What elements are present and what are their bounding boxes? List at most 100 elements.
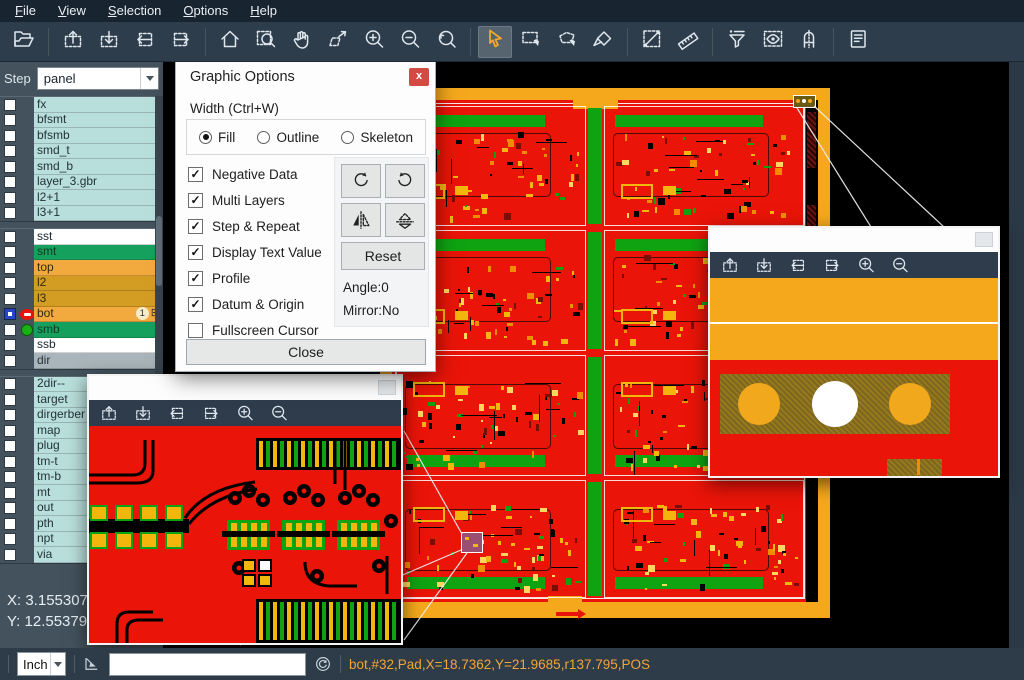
layer-visibility-checkbox[interactable] [4, 378, 16, 390]
home-button[interactable] [213, 26, 247, 58]
checkbox-step-repeat[interactable]: ✓Step & Repeat [188, 213, 322, 239]
layer-row-l3[interactable]: l3 [0, 291, 163, 307]
snap-button[interactable] [792, 26, 826, 58]
magnifier-window-1[interactable] [87, 374, 403, 645]
magnifier2-window-button[interactable] [975, 232, 993, 247]
layer-row-bfsmt[interactable]: bfsmt [0, 113, 163, 129]
layer-visibility-checkbox[interactable] [4, 176, 16, 188]
layer-row-l2[interactable]: l2 [0, 276, 163, 292]
magnifier2-shift-down-button[interactable] [754, 255, 774, 275]
layer-visibility-checkbox[interactable] [4, 549, 16, 561]
layer-row-top[interactable]: top [0, 260, 163, 276]
magnifier2-shift-left-button[interactable] [788, 255, 808, 275]
step-select[interactable]: panel [37, 67, 159, 90]
layer-visibility-checkbox[interactable] [4, 409, 16, 421]
shift-right-button[interactable] [164, 26, 198, 58]
checkbox-negative-data[interactable]: ✓Negative Data [188, 161, 322, 187]
layer-visibility-checkbox[interactable] [4, 293, 16, 305]
radio-outline[interactable]: Outline [257, 130, 319, 145]
flip-horizontal-button[interactable] [341, 203, 381, 237]
layer-visibility-checkbox[interactable] [4, 324, 16, 336]
layer-visibility-checkbox[interactable] [4, 231, 16, 243]
menu-selection[interactable]: Selection [97, 0, 172, 22]
layer-visibility-checkbox[interactable] [4, 456, 16, 468]
snap-corner-icon[interactable] [83, 655, 101, 673]
layer-name[interactable]: l2 [34, 276, 163, 292]
layer-visibility-checkbox[interactable] [4, 114, 16, 126]
layer-visibility-checkbox[interactable] [4, 192, 16, 204]
layer-row-smb[interactable]: smb [0, 322, 163, 338]
menu-view[interactable]: View [47, 0, 97, 22]
layer-row-smd_t[interactable]: smd_t [0, 144, 163, 160]
layer-name[interactable]: smd_t [34, 144, 163, 160]
layer-row-l3+1[interactable]: l3+1 [0, 206, 163, 222]
layer-row-ssb[interactable]: ssb [0, 338, 163, 354]
layer-visibility-checkbox[interactable] [4, 502, 16, 514]
checkbox-display-text-value[interactable]: ✓Display Text Value [188, 239, 322, 265]
layer-visibility-checkbox[interactable] [4, 471, 16, 483]
magnifier1-shift-down-button[interactable] [133, 403, 153, 423]
layer-visibility-checkbox[interactable] [4, 246, 16, 258]
layer-visibility-checkbox[interactable] [4, 277, 16, 289]
canvas-scrollbar[interactable] [1009, 62, 1024, 648]
dialog-close-button[interactable]: x [409, 68, 429, 86]
magnifier1-window-button[interactable] [378, 380, 396, 395]
layer-row-smd_b[interactable]: smd_b [0, 159, 163, 175]
magnifier1-titlebar[interactable] [89, 376, 401, 400]
layer-name[interactable]: bfsmt [34, 113, 163, 129]
layer-name[interactable]: fx [34, 97, 163, 113]
pan-hand-button[interactable] [285, 26, 319, 58]
rotate-ccw-button[interactable] [385, 164, 425, 198]
layer-name[interactable]: smt [34, 245, 163, 261]
layer-row-sst[interactable]: sst [0, 229, 163, 245]
layer-name[interactable]: bfsmb [34, 128, 163, 144]
layer-visibility-checkbox[interactable] [4, 533, 16, 545]
open-button[interactable] [7, 26, 41, 58]
layer-visibility-checkbox[interactable] [4, 339, 16, 351]
rotate-cw-button[interactable] [341, 164, 381, 198]
layer-visibility-checkbox[interactable] [4, 518, 16, 530]
layer-visibility-checkbox[interactable] [4, 145, 16, 157]
zoom-in-button[interactable] [357, 26, 391, 58]
zoom-out-button[interactable] [393, 26, 427, 58]
layer-row-bfsmb[interactable]: bfsmb [0, 128, 163, 144]
magnifier2-shift-right-button[interactable] [822, 255, 842, 275]
layer-row-l2+1[interactable]: l2+1 [0, 190, 163, 206]
magnifier-window-2[interactable] [708, 226, 1000, 478]
magnifier1-shift-left-button[interactable] [167, 403, 187, 423]
layer-name[interactable]: ssb [34, 338, 163, 354]
zoom-window-button[interactable] [249, 26, 283, 58]
graphic-options-dialog[interactable]: Graphic Options x Width (Ctrl+W) FillOut… [175, 60, 436, 372]
layer-visibility-checkbox[interactable] [4, 355, 16, 367]
magnifier1-shift-right-button[interactable] [201, 403, 221, 423]
menu-help[interactable]: Help [239, 0, 288, 22]
layer-visibility-checkbox[interactable] [4, 425, 16, 437]
layer-name[interactable]: top [34, 260, 163, 276]
menu-options[interactable]: Options [172, 0, 239, 22]
command-input[interactable] [109, 653, 306, 676]
magnifier2-zoom-out-button[interactable] [890, 255, 910, 275]
select-rect-button[interactable] [514, 26, 548, 58]
layer-name[interactable]: l3+1 [34, 206, 163, 222]
shift-down-button[interactable] [92, 26, 126, 58]
layer-name[interactable]: bot1⊞ [34, 307, 163, 323]
select-cursor-button[interactable] [478, 26, 512, 58]
magnifier2-zoom-in-button[interactable] [856, 255, 876, 275]
layer-row-dir[interactable]: dir [0, 353, 163, 369]
shift-up-button[interactable] [56, 26, 90, 58]
display-options-button[interactable] [756, 26, 790, 58]
layer-name[interactable]: smd_b [34, 159, 163, 175]
radio-fill[interactable]: Fill [199, 130, 235, 145]
layer-name[interactable]: l3 [34, 291, 163, 307]
layer-visibility-checkbox[interactable] [4, 207, 16, 219]
layer-visibility-checkbox[interactable] [4, 394, 16, 406]
layer-visibility-checkbox[interactable] [4, 487, 16, 499]
magnifier2-shift-up-button[interactable] [720, 255, 740, 275]
magnifier1-zoom-in-button[interactable] [235, 403, 255, 423]
measure-diagonal-button[interactable] [635, 26, 669, 58]
layer-visibility-checkbox[interactable] [4, 99, 16, 111]
layer-row-smt[interactable]: smt [0, 245, 163, 261]
refresh-icon[interactable] [314, 655, 332, 673]
flip-vertical-button[interactable] [385, 203, 425, 237]
layer-visibility-checkbox[interactable] [4, 161, 16, 173]
